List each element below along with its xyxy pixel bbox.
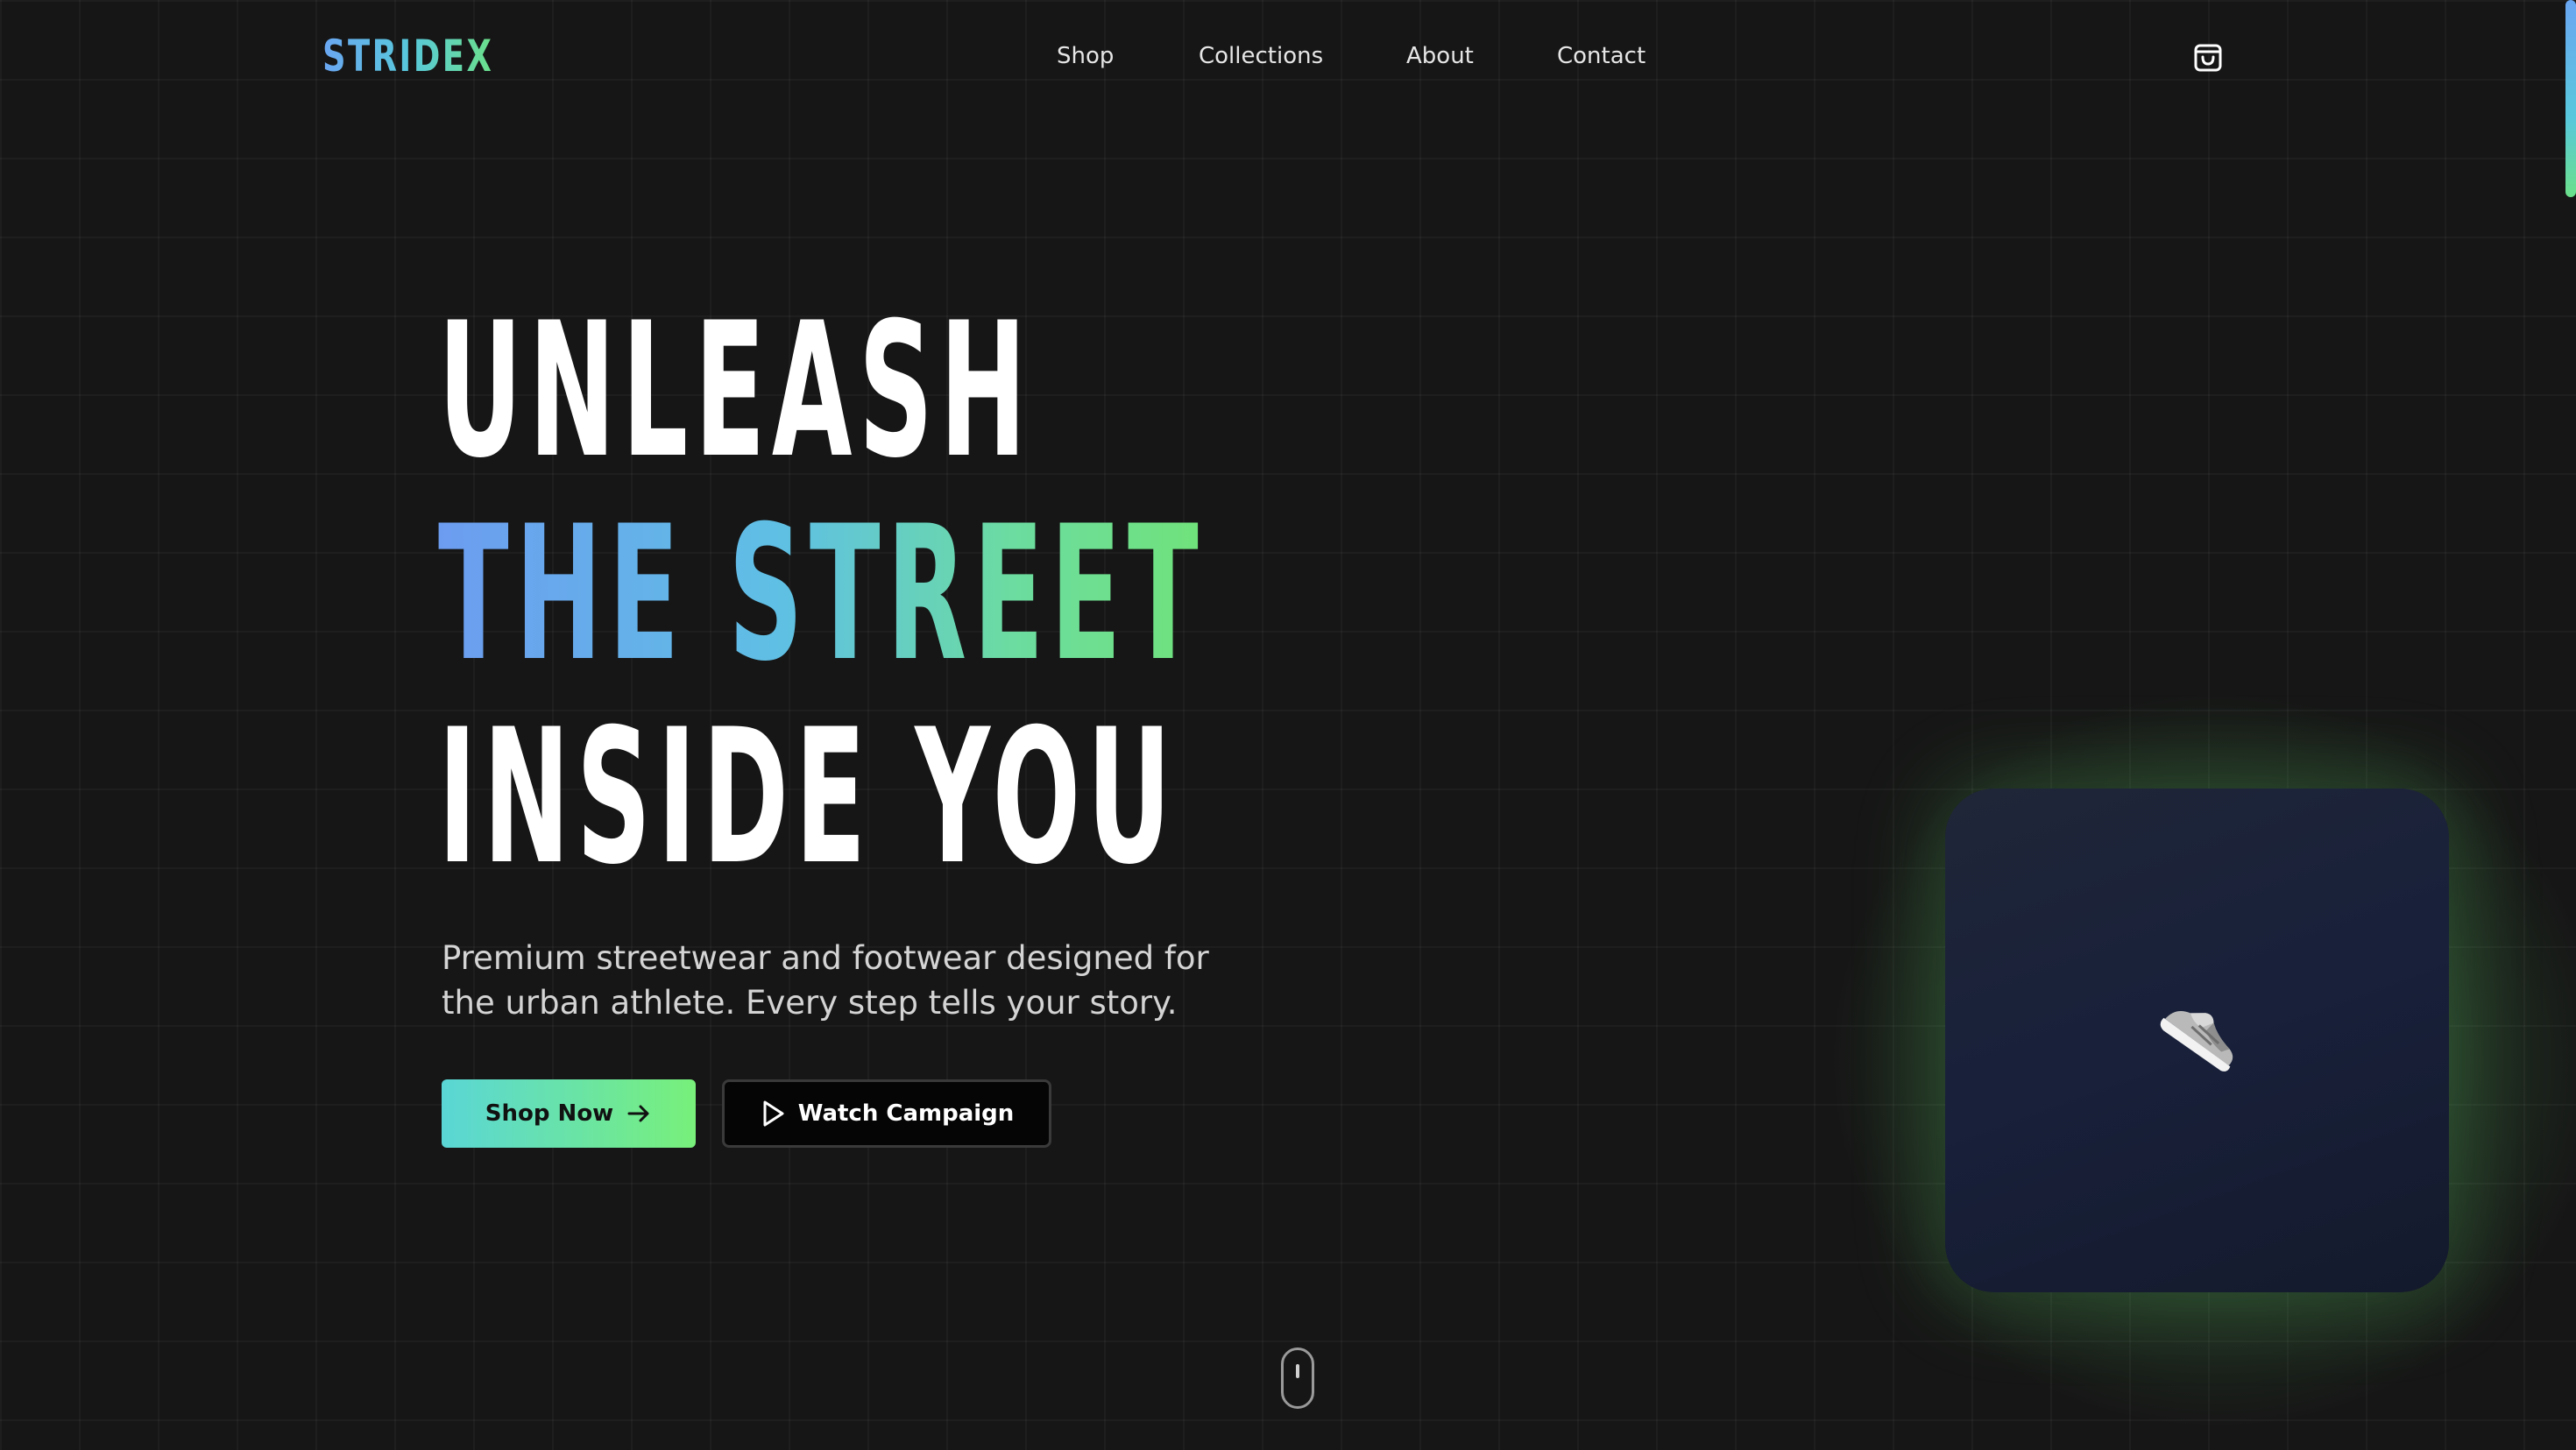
hero-title: UNLEASH THE STREET INSIDE YOU xyxy=(438,289,1675,899)
brand-logo[interactable]: STRIDEX xyxy=(322,28,493,84)
hero-subtitle: Premium streetwear and footwear designed… xyxy=(442,939,1209,1022)
play-icon xyxy=(763,1100,784,1127)
watch-campaign-label: Watch Campaign xyxy=(797,1100,1015,1127)
hero-title-line-3: INSIDE YOU xyxy=(438,689,1178,905)
shopping-bag-icon xyxy=(2194,44,2222,72)
hero-title-line-1: UNLEASH xyxy=(438,282,1033,499)
nav-link-shop[interactable]: Shop xyxy=(1057,39,1114,74)
nav-link-collections[interactable]: Collections xyxy=(1199,39,1323,74)
page-scrollbar[interactable] xyxy=(2565,0,2576,197)
nav-link-contact[interactable]: Contact xyxy=(1557,39,1645,74)
product-card[interactable] xyxy=(1945,789,2449,1292)
cart-button[interactable] xyxy=(2190,40,2226,75)
mouse-wheel xyxy=(1296,1364,1299,1378)
mouse-scroll-icon[interactable] xyxy=(1281,1347,1314,1409)
watch-campaign-button[interactable]: Watch Campaign xyxy=(722,1079,1051,1148)
page: STRIDEX Shop Collections About Contact U… xyxy=(0,0,2576,1450)
hero-title-gradient-text: THE STREET xyxy=(438,485,1206,702)
sneaker-icon xyxy=(2160,1010,2233,1072)
nav-link-about[interactable]: About xyxy=(1406,39,1474,74)
arrow-right-icon xyxy=(627,1105,649,1122)
shop-now-label: Shop Now xyxy=(485,1100,614,1127)
hero-title-line-2: THE STREET xyxy=(438,492,1205,696)
shop-now-button[interactable]: Shop Now xyxy=(442,1079,696,1148)
